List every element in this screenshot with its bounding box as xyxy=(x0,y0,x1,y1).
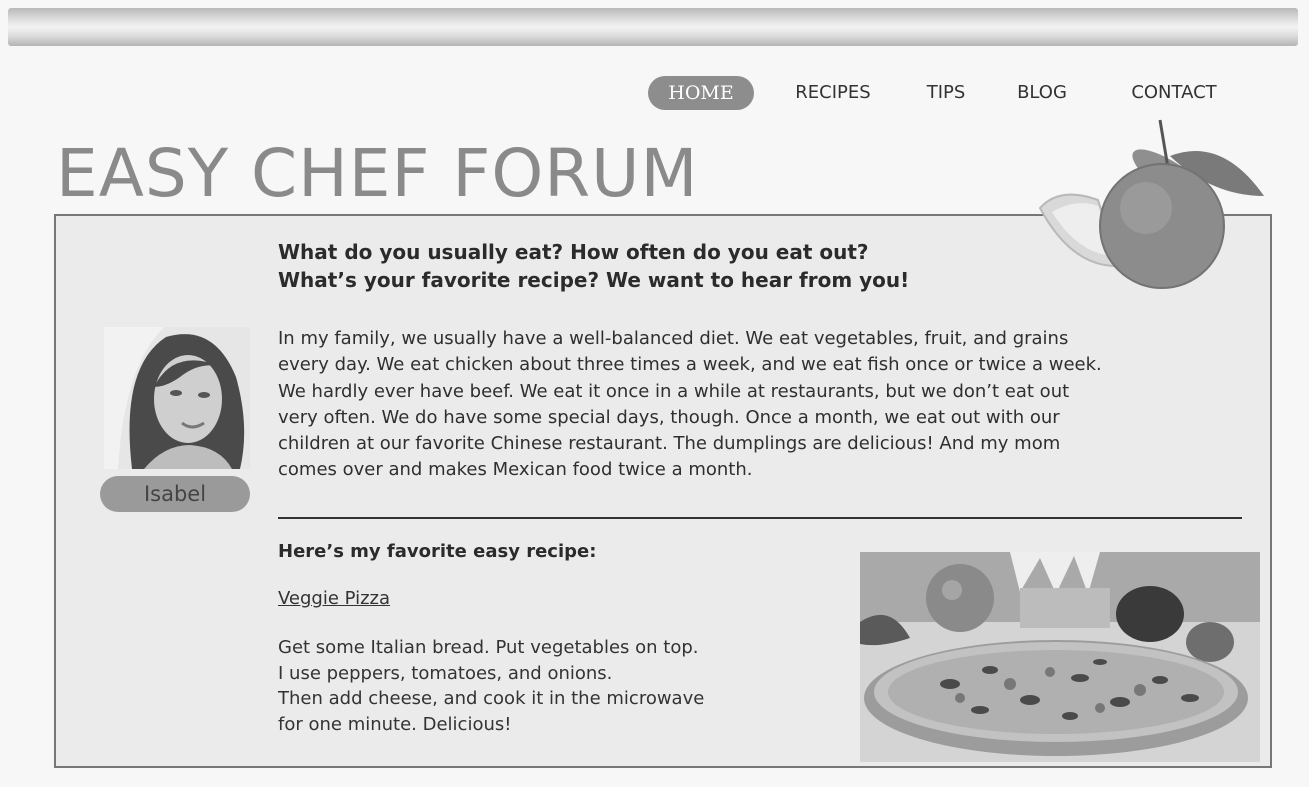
story-line: comes over and makes Mexican food twice … xyxy=(278,459,753,481)
nav-home[interactable]: HOME xyxy=(648,76,754,110)
recipe-step-line: I use peppers, tomatoes, and onions. xyxy=(278,662,613,684)
recipe-step-line: Get some Italian bread. Put vegetables o… xyxy=(278,637,699,658)
section-divider xyxy=(278,517,1242,519)
post-question: What do you usually eat? How often do yo… xyxy=(278,238,909,294)
recipe-heading: Here’s my favorite easy recipe: xyxy=(278,541,597,562)
nav-blog[interactable]: BLOG xyxy=(1008,76,1076,110)
top-bar xyxy=(8,8,1298,46)
story-line: very often. We do have some special days… xyxy=(278,406,1060,428)
story-line: In my family, we usually have a well-bal… xyxy=(278,328,1069,349)
pizza-photo xyxy=(860,552,1260,762)
recipe-title-link[interactable]: Veggie Pizza xyxy=(278,586,390,612)
story-line: every day. We eat chicken about three ti… xyxy=(278,354,1102,376)
recipe-step-line: for one minute. Delicious! xyxy=(278,714,512,736)
question-line: What do you usually eat? How often do yo… xyxy=(278,240,869,264)
recipe-steps: Get some Italian bread. Put vegetables o… xyxy=(278,635,704,738)
orange-fruit-icon xyxy=(1038,119,1264,289)
recipe-step-line: Then add cheese, and cook it in the micr… xyxy=(278,688,705,710)
nav-contact[interactable]: CONTACT xyxy=(1116,76,1232,110)
author-avatar xyxy=(104,327,250,469)
story-line: children at our favorite Chinese restaur… xyxy=(278,433,1061,455)
post-story: In my family, we usually have a well-bal… xyxy=(278,326,1248,484)
author-name-badge: Isabel xyxy=(100,476,250,512)
story-line: We hardly ever have beef. We eat it once… xyxy=(278,380,1070,402)
question-line: What’s your favorite recipe? We want to … xyxy=(278,268,910,292)
main-nav: HOME RECIPES TIPS BLOG CONTACT xyxy=(0,76,1309,112)
nav-recipes[interactable]: RECIPES xyxy=(780,76,886,110)
nav-tips[interactable]: TIPS xyxy=(914,76,978,110)
site-title: EASY CHEF FORUM xyxy=(56,135,699,212)
